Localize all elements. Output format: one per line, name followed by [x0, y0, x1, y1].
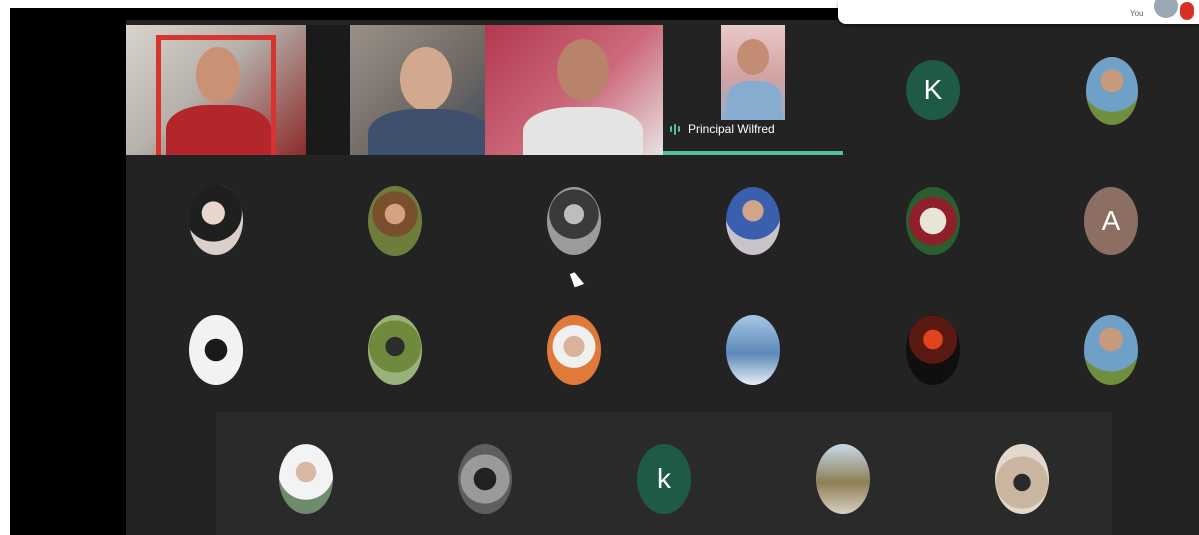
participant-face: [557, 39, 609, 101]
avatar-participant-photo[interactable]: [995, 444, 1049, 514]
avatar-participant-photo[interactable]: [726, 315, 780, 385]
avatar-letter-k-lowercase[interactable]: k: [637, 444, 691, 514]
avatar-participant-photo[interactable]: [189, 185, 243, 255]
video-tile-participant-3[interactable]: [485, 25, 663, 155]
participant-shirt: [166, 105, 271, 155]
avatar-participant-photo[interactable]: [906, 187, 960, 255]
participant-shirt: [523, 107, 643, 155]
self-label: You: [1130, 9, 1144, 18]
participant-shirt: [727, 81, 781, 120]
active-speaker-highlight-bar: [663, 151, 843, 155]
self-avatar: [1154, 0, 1178, 18]
video-tile-active-speaker[interactable]: [721, 25, 785, 120]
avatar-initial: K: [923, 74, 943, 105]
active-speaker-name-tag: Principal Wilfred: [670, 122, 775, 136]
active-speaker-name: Principal Wilfred: [688, 122, 775, 136]
avatar-letter-k[interactable]: K: [906, 60, 960, 120]
participant-shirt: [368, 109, 485, 155]
avatar-participant-photo[interactable]: [726, 187, 780, 255]
avatar-participant-photo[interactable]: [906, 315, 960, 385]
avatar-participant-photo[interactable]: [816, 444, 870, 514]
avatar-initial: A: [1101, 205, 1121, 236]
avatar-participant-photo[interactable]: [368, 315, 422, 385]
avatar-participant-photo[interactable]: [189, 315, 243, 385]
avatar-letter-a[interactable]: A: [1084, 187, 1138, 255]
mic-off-icon[interactable]: [1180, 2, 1194, 20]
video-tile-gap: [306, 25, 350, 155]
self-view-panel[interactable]: You: [838, 0, 1199, 24]
participant-face: [737, 39, 769, 75]
avatar-participant-photo[interactable]: [1084, 315, 1138, 385]
video-tile-participant-2[interactable]: [350, 25, 485, 155]
avatar-participant-photo[interactable]: [368, 186, 422, 256]
avatar-participant-photo[interactable]: [547, 315, 601, 385]
avatar-initial: k: [657, 463, 671, 494]
avatar-participant-photo[interactable]: [279, 444, 333, 514]
avatar-participant-photo[interactable]: [458, 444, 512, 514]
avatar-participant-photo[interactable]: [547, 187, 601, 255]
participant-face: [400, 47, 452, 111]
participant-face: [196, 47, 240, 103]
video-tile-participant-1[interactable]: [126, 25, 306, 155]
avatar-participant-photo[interactable]: [1086, 57, 1138, 125]
speaking-indicator-icon: [670, 123, 680, 135]
